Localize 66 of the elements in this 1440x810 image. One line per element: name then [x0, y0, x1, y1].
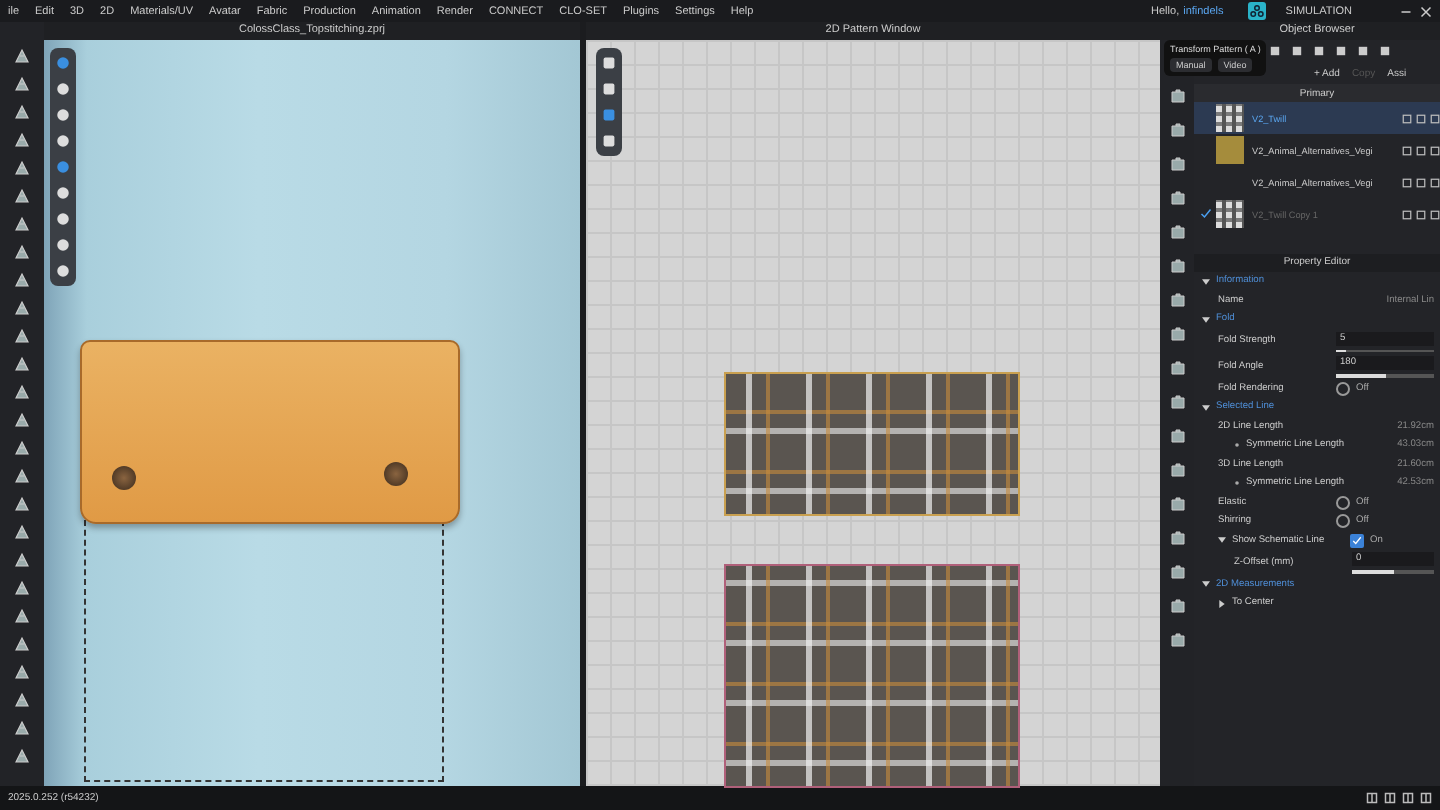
- checkbox[interactable]: [1336, 495, 1350, 510]
- tool-icon[interactable]: [12, 382, 32, 402]
- tool-icon[interactable]: [12, 746, 32, 766]
- tool-icon[interactable]: [1167, 120, 1187, 140]
- tool-icon[interactable]: [1167, 596, 1187, 616]
- expand-arrow-icon[interactable]: [1218, 536, 1226, 545]
- expand-arrow-icon[interactable]: [1202, 277, 1210, 286]
- tool-icon[interactable]: [12, 522, 32, 542]
- tool-icon[interactable]: [1167, 562, 1187, 582]
- tool-icon[interactable]: [12, 130, 32, 150]
- checkbox[interactable]: [1350, 533, 1364, 548]
- fabric-swatch: [1216, 200, 1244, 228]
- tool-icon[interactable]: [12, 186, 32, 206]
- layout-icon[interactable]: [1384, 792, 1396, 804]
- tool-icon[interactable]: [1167, 222, 1187, 242]
- tool-icon[interactable]: [12, 466, 32, 486]
- expand-arrow-icon[interactable]: [1202, 315, 1210, 324]
- tool-icon[interactable]: [12, 494, 32, 514]
- layout-icon[interactable]: [1366, 792, 1378, 804]
- tool-icon[interactable]: [12, 270, 32, 290]
- tool-icon[interactable]: [12, 438, 32, 458]
- tool-icon[interactable]: [1167, 154, 1187, 174]
- tool-icon[interactable]: [12, 298, 32, 318]
- layout-icon[interactable]: [1420, 792, 1432, 804]
- checkbox[interactable]: [1336, 381, 1350, 396]
- pattern-piece[interactable]: [724, 564, 1020, 788]
- tool-icon[interactable]: [12, 102, 32, 122]
- app-logo-icon[interactable]: [1247, 2, 1266, 20]
- tool-icon[interactable]: [12, 718, 32, 738]
- tool-icon[interactable]: [1167, 188, 1187, 208]
- tool-icon[interactable]: [1167, 358, 1187, 378]
- tool-icon[interactable]: [12, 158, 32, 178]
- tool-icon[interactable]: [1167, 426, 1187, 446]
- tool-icon[interactable]: [12, 690, 32, 710]
- tool-icon[interactable]: [1167, 86, 1187, 106]
- tool-icon[interactable]: [12, 242, 32, 262]
- tool-icon[interactable]: [12, 606, 32, 626]
- tool-icon[interactable]: [12, 410, 32, 430]
- tool-icon[interactable]: [12, 214, 32, 234]
- tool-icon[interactable]: [1167, 324, 1187, 344]
- bullet-icon: [1234, 442, 1240, 449]
- tool-icon[interactable]: [1167, 528, 1187, 548]
- checkbox[interactable]: [1336, 514, 1350, 529]
- tool-icon[interactable]: [12, 74, 32, 94]
- layout-icon[interactable]: [1402, 792, 1414, 804]
- tool-icon[interactable]: [1167, 494, 1187, 514]
- bullet-icon: [1234, 480, 1240, 487]
- tool-icon[interactable]: [12, 662, 32, 682]
- tool-icon[interactable]: [12, 634, 32, 654]
- tool-icon[interactable]: [12, 550, 32, 570]
- fabric-swatch: [1216, 104, 1244, 132]
- tool-icon[interactable]: [12, 46, 32, 66]
- tool-icon[interactable]: [12, 354, 32, 374]
- expand-arrow-icon[interactable]: [1202, 580, 1210, 589]
- tool-icon[interactable]: [1167, 256, 1187, 276]
- tool-icon[interactable]: [1167, 392, 1187, 412]
- tool-icon[interactable]: [1167, 290, 1187, 310]
- pattern-piece[interactable]: [724, 372, 1020, 516]
- tool-icon[interactable]: [12, 326, 32, 346]
- close-icon[interactable]: [1420, 5, 1432, 17]
- expand-arrow-icon[interactable]: [1218, 599, 1226, 608]
- expand-arrow-icon[interactable]: [1202, 403, 1210, 412]
- tool-icon[interactable]: [1167, 630, 1187, 650]
- minimize-icon[interactable]: [1400, 5, 1412, 17]
- tool-icon[interactable]: [12, 578, 32, 598]
- tool-icon[interactable]: [1167, 460, 1187, 480]
